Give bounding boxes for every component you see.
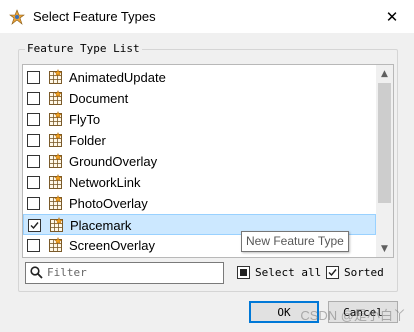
watermark: CSDN @是小白丫 (300, 308, 406, 323)
close-button[interactable]: ✕ (370, 0, 414, 33)
scroll-up-icon[interactable]: ▲ (376, 65, 393, 82)
group-label: Feature Type List (25, 42, 142, 55)
sorted-box[interactable] (326, 265, 339, 279)
dialog-body: Feature Type List AnimatedUpdate Document… (0, 33, 414, 332)
feature-type-icon (49, 237, 63, 252)
list-item-label: GroundOverlay (69, 154, 158, 169)
list-item-checkbox[interactable] (27, 176, 40, 189)
fme-app-icon (9, 9, 25, 25)
select-all-checkbox[interactable]: Select all (237, 265, 321, 279)
vertical-scrollbar[interactable]: ▲ ▼ (376, 65, 393, 257)
select-all-box[interactable] (237, 265, 250, 279)
feature-type-icon (49, 132, 63, 147)
list-item-checkbox[interactable] (27, 92, 40, 105)
window-title: Select Feature Types (33, 9, 156, 24)
scroll-down-icon[interactable]: ▼ (376, 240, 393, 257)
list-item-label: AnimatedUpdate (69, 70, 166, 85)
list-item[interactable]: PhotoOverlay (23, 193, 376, 214)
list-item-checkbox[interactable] (27, 155, 40, 168)
sorted-label: Sorted (344, 265, 384, 279)
filter-input[interactable] (47, 264, 217, 281)
feature-type-icon (49, 69, 63, 84)
feature-type-icon (49, 195, 63, 210)
list-item-checkbox[interactable] (27, 239, 40, 252)
search-icon (30, 266, 43, 279)
list-item-label: PhotoOverlay (69, 196, 148, 211)
list-item-label: Folder (69, 133, 106, 148)
feature-type-icon (50, 217, 64, 232)
feature-type-icon (49, 153, 63, 168)
feature-type-icon (49, 174, 63, 189)
sorted-checkbox[interactable]: Sorted (326, 265, 384, 279)
list-item[interactable]: Document (23, 88, 376, 109)
list-item-checkbox[interactable] (27, 113, 40, 126)
list-item-label: ScreenOverlay (69, 238, 155, 253)
close-icon: ✕ (385, 7, 399, 26)
list-item-checkbox[interactable] (28, 219, 41, 232)
feature-type-list[interactable]: AnimatedUpdate Document FlyTo Folder GroundO… (22, 64, 394, 258)
scroll-thumb[interactable] (378, 83, 391, 203)
check-icon (30, 222, 39, 230)
list-item-label: Document (69, 91, 129, 106)
list-item[interactable]: GroundOverlay (23, 151, 376, 172)
list-item-label: NetworkLink (69, 175, 141, 190)
list-item-checkbox[interactable] (27, 197, 40, 210)
select-all-label: Select all (255, 265, 322, 279)
list-item[interactable]: Folder (23, 130, 376, 151)
list-item[interactable]: FlyTo (23, 109, 376, 130)
list-item-label: FlyTo (69, 112, 101, 127)
list-item-checkbox[interactable] (27, 71, 40, 84)
title-bar: Select Feature Types ✕ (0, 0, 414, 33)
list-item[interactable]: NetworkLink (23, 172, 376, 193)
list-item-label: Placemark (70, 218, 132, 233)
feature-type-icon (49, 111, 63, 126)
tooltip: New Feature Type (241, 231, 349, 252)
list-item-checkbox[interactable] (27, 134, 40, 147)
feature-type-icon (49, 90, 63, 105)
filter-field[interactable] (25, 262, 224, 284)
list-item[interactable]: AnimatedUpdate (23, 67, 376, 88)
